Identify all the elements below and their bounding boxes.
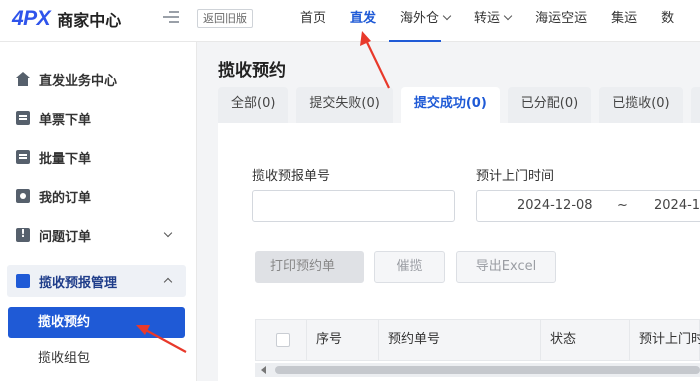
tab-more[interactable]: 已 xyxy=(690,87,700,123)
merchant-center-title: 商家中心 xyxy=(57,11,122,30)
sidebar-item-direct-center[interactable]: 直发业务中心 xyxy=(0,64,197,94)
sidebar-item-label: 我的订单 xyxy=(39,190,92,206)
collapse-menu-icon[interactable] xyxy=(163,11,179,27)
home-icon xyxy=(16,72,30,86)
sidebar-item-label: 单票下单 xyxy=(39,112,92,128)
sidebar-group-header[interactable]: 揽收预报管理 xyxy=(0,266,197,296)
status-tabs: 全部(0) 提交失败(0) 提交成功(0) 已分配(0) 已揽收(0) 已 xyxy=(218,87,700,123)
column-header[interactable]: 预约单号 xyxy=(378,320,541,360)
chevron-down-icon xyxy=(163,228,173,238)
nav-sea-air[interactable]: 海运空运 xyxy=(523,0,599,42)
sidebar-item-my-orders[interactable]: 我的订单 xyxy=(0,181,197,211)
nav-home[interactable]: 首页 xyxy=(288,0,338,42)
print-appointment-button[interactable]: 打印预约单 xyxy=(255,251,364,283)
tab-submit-success[interactable]: 提交成功(0) xyxy=(400,87,500,123)
date-separator: ~ xyxy=(617,198,628,213)
sidebar: 直发业务中心 单票下单 批量下单 我的订单 问题订单 揽收预报管理 揽收预约 揽… xyxy=(0,42,197,381)
sidebar-group-label: 揽收预报管理 xyxy=(39,275,118,291)
batch-icon xyxy=(16,150,30,164)
nav-direct[interactable]: 直发 xyxy=(338,0,442,42)
top-bar: 4PX 商家中心 返回旧版 首页 直发 海外仓 转运 海运空运 集运 数 xyxy=(0,0,700,42)
tab-picked-up[interactable]: 已揽收(0) xyxy=(599,87,683,123)
column-header[interactable]: 状态 xyxy=(540,320,630,360)
top-nav: 首页 直发 海外仓 转运 海运空运 集运 数 xyxy=(288,0,686,42)
horizontal-scrollbar[interactable] xyxy=(255,363,700,377)
sidebar-item-problem-orders[interactable]: 问题订单 xyxy=(0,220,197,250)
scroll-thumb[interactable] xyxy=(275,366,700,374)
truck-icon xyxy=(16,274,30,288)
order-icon xyxy=(16,189,30,203)
column-header[interactable]: 预计上门时 xyxy=(629,320,700,360)
sidebar-item-pickup-appointment[interactable]: 揽收预约 xyxy=(8,307,185,338)
sidebar-item-batch-order[interactable]: 批量下单 xyxy=(0,142,197,172)
logo[interactable]: 4PX 商家中心 xyxy=(12,7,121,31)
scroll-left-icon[interactable] xyxy=(261,366,266,374)
sidebar-item-label: 问题订单 xyxy=(39,229,92,245)
sidebar-item-pickup-package[interactable]: 揽收组包 xyxy=(8,343,185,374)
page-title: 揽收预约 xyxy=(218,61,286,81)
export-excel-button[interactable]: 导出Excel xyxy=(456,251,556,283)
nav-data[interactable]: 数 xyxy=(649,0,686,42)
back-to-old-version-button[interactable]: 返回旧版 xyxy=(197,9,253,28)
problem-icon xyxy=(16,227,30,242)
content-panel: 揽收预报单号 预计上门时间 2024-12-08 ~ 2024-1 打印预约单 … xyxy=(218,123,700,381)
tab-all[interactable]: 全部(0) xyxy=(218,87,289,123)
order-no-input[interactable] xyxy=(252,190,455,222)
sidebar-item-label: 直发业务中心 xyxy=(39,73,118,89)
chevron-up-icon xyxy=(163,277,173,287)
chevron-down-icon xyxy=(442,11,452,21)
table-header: 序号 预约单号 状态 预计上门时 xyxy=(255,319,700,361)
chevron-down-icon xyxy=(503,11,513,21)
order-no-label: 揽收预报单号 xyxy=(252,169,331,184)
document-icon xyxy=(16,111,30,125)
sidebar-group-pickup-forecast[interactable]: 揽收预报管理 xyxy=(7,265,186,297)
sidebar-item-single-order[interactable]: 单票下单 xyxy=(0,103,197,133)
tab-submit-failed[interactable]: 提交失败(0) xyxy=(296,87,393,123)
sidebar-item-label: 批量下单 xyxy=(39,151,92,167)
select-all-checkbox[interactable] xyxy=(276,333,290,347)
urge-pickup-button[interactable]: 催揽 xyxy=(374,251,445,283)
column-header[interactable]: 序号 xyxy=(306,320,379,360)
nav-consolidation[interactable]: 集运 xyxy=(599,0,649,42)
date-label: 预计上门时间 xyxy=(476,169,555,184)
logo-mark: 4PX xyxy=(12,7,51,30)
date-range-picker[interactable]: 2024-12-08 ~ 2024-1 xyxy=(476,190,700,222)
nav-transship[interactable]: 转运 xyxy=(462,0,523,42)
date-start: 2024-12-08 xyxy=(517,198,593,213)
date-end: 2024-1 xyxy=(654,198,700,213)
tab-assigned[interactable]: 已分配(0) xyxy=(507,87,592,123)
nav-overseas-warehouse[interactable]: 海外仓 xyxy=(388,0,462,42)
